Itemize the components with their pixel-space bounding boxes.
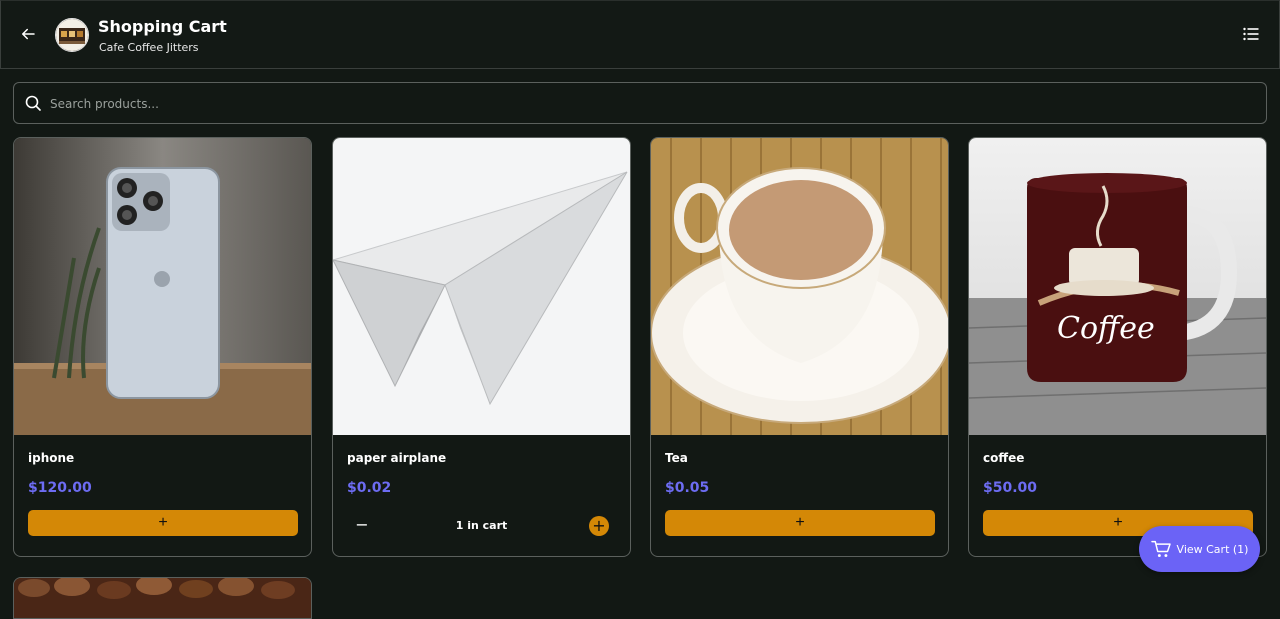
product-price: $0.05 <box>665 480 710 496</box>
add-to-cart-button[interactable]: + <box>28 510 298 536</box>
svg-text:Coffee: Coffee <box>1057 311 1155 346</box>
product-image-tea <box>651 138 948 435</box>
product-name: paper airplane <box>347 451 447 465</box>
shopping-cart-icon <box>1150 540 1171 558</box>
product-card-partial <box>13 577 312 619</box>
page-title: Shopping Cart <box>98 17 227 36</box>
product-name: coffee <box>983 451 1025 465</box>
product-card-iphone: iphone $120.00 + <box>13 137 312 557</box>
list-icon[interactable] <box>1243 27 1259 41</box>
search-icon <box>25 95 41 111</box>
product-price: $0.02 <box>347 480 392 496</box>
product-image-paper-airplane <box>333 138 630 435</box>
search-input[interactable] <box>48 92 1252 116</box>
search-bar <box>13 82 1267 124</box>
product-name: Tea <box>665 451 688 465</box>
product-card-coffee: Coffee coffee $50.00 + <box>968 137 1267 557</box>
increase-quantity-button[interactable]: + <box>589 516 609 536</box>
store-avatar <box>55 18 89 52</box>
view-cart-button[interactable]: View Cart (1) <box>1139 526 1260 572</box>
product-price: $120.00 <box>28 480 92 496</box>
product-image-iphone <box>14 138 311 435</box>
cart-quantity: 1 in cart <box>455 519 508 532</box>
product-card-tea: Tea $0.05 + <box>650 137 949 557</box>
add-to-cart-button[interactable]: + <box>665 510 935 536</box>
product-image-coffee: Coffee <box>969 138 1266 435</box>
product-image-coffee-beans <box>14 578 311 618</box>
arrow-left-icon[interactable] <box>19 25 37 43</box>
app-header: Shopping Cart Cafe Coffee Jitters <box>0 0 1280 69</box>
product-name: iphone <box>28 451 75 465</box>
product-price: $50.00 <box>983 480 1038 496</box>
view-cart-label: View Cart (1) <box>1176 542 1249 556</box>
store-name: Cafe Coffee Jitters <box>99 41 199 54</box>
product-card-paper-airplane: paper airplane $0.02 − 1 in cart + <box>332 137 631 557</box>
